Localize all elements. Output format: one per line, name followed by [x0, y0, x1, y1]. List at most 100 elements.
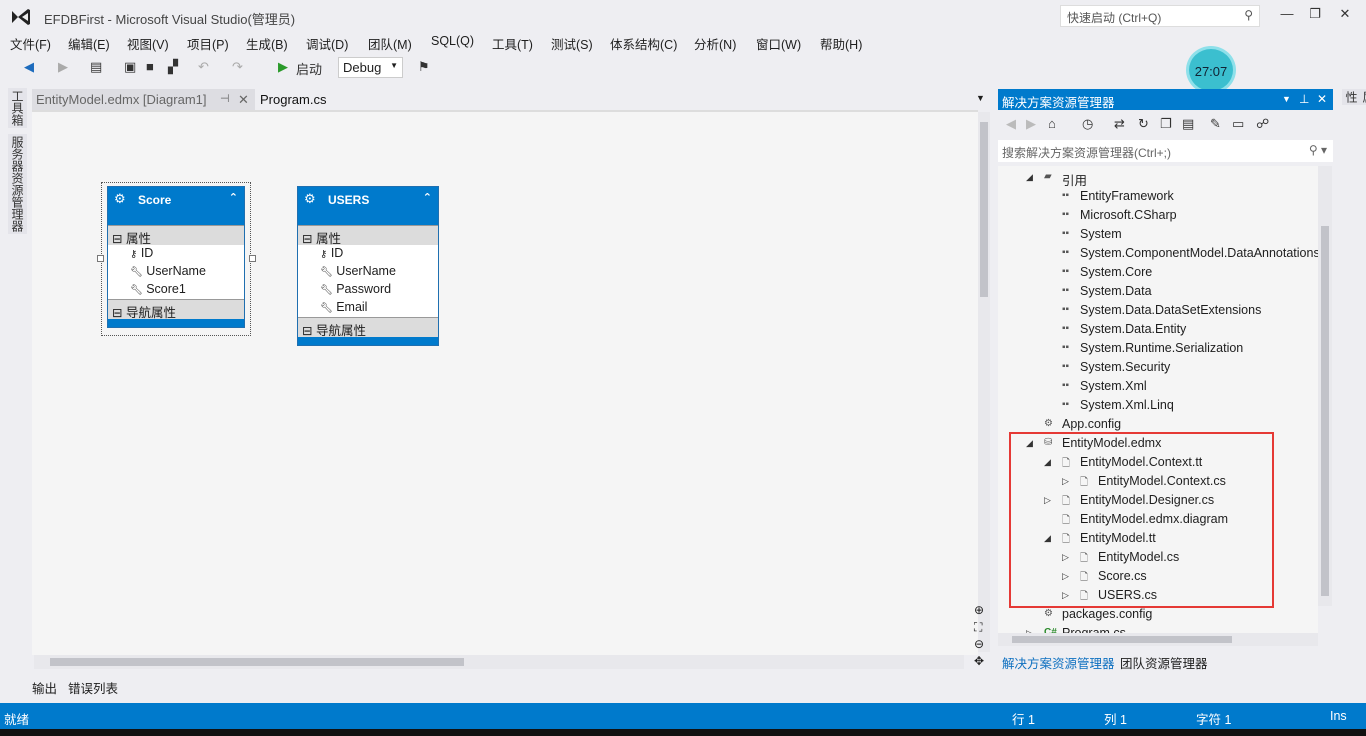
zoom-in-icon[interactable]: ⊕	[974, 602, 990, 619]
entity-property[interactable]: 🔧︎ Score1	[108, 281, 244, 299]
tree-item[interactable]: ▪▪ System.Core	[998, 263, 1318, 282]
refresh-icon[interactable]: ↻	[1138, 116, 1149, 132]
tree-item[interactable]: ▪▪ System.Data.DataSetExtensions	[998, 301, 1318, 320]
entity-property[interactable]: ⚷ ID	[108, 245, 244, 263]
tab-solution-explorer[interactable]: 解决方案资源管理器	[1002, 653, 1115, 672]
quick-launch-input[interactable]: 快速启动 (Ctrl+Q) ⚲	[1060, 5, 1260, 27]
resize-handle[interactable]	[249, 255, 256, 262]
properties-tab[interactable]: 属性	[1342, 89, 1366, 105]
save-icon[interactable]: ■	[146, 59, 154, 74]
dropdown-icon[interactable]: ▼	[1282, 94, 1291, 104]
zoom-controls[interactable]: ⊕ ⛶ ⊖ ✥	[974, 602, 990, 670]
editor-vertical-scrollbar[interactable]	[978, 112, 990, 652]
collapse-icon[interactable]: ⊟	[112, 232, 122, 246]
entity-header[interactable]: ⚙ Score ⌃	[108, 187, 244, 225]
menu-item[interactable]: 视图(V)	[127, 34, 169, 53]
back-icon[interactable]: ◀	[24, 59, 34, 75]
collapse-icon[interactable]: ⊟	[302, 324, 312, 338]
tree-item[interactable]: ▪▪ System.Xml.Linq	[998, 396, 1318, 415]
tab-output[interactable]: 输出	[32, 678, 57, 697]
tab-team-explorer[interactable]: 团队资源管理器	[1120, 653, 1208, 672]
tree-item[interactable]: ▪▪ System.Runtime.Serialization	[998, 339, 1318, 358]
entity-property[interactable]: 🔧︎ Email	[298, 299, 438, 317]
expanded-arrow-icon[interactable]: ◢	[1026, 172, 1033, 183]
entity-property[interactable]: 🔧︎ Password	[298, 281, 438, 299]
close-tab-icon[interactable]: ✕	[238, 92, 249, 108]
menu-item[interactable]: 项目(P)	[187, 34, 229, 53]
menu-item[interactable]: 编辑(E)	[68, 34, 110, 53]
forward-icon[interactable]: ▶	[1026, 116, 1036, 132]
entity-header[interactable]: ⚙ USERS ⌃	[298, 187, 438, 225]
tab-error-list[interactable]: 错误列表	[68, 678, 118, 697]
collapse-all-icon[interactable]: ❐	[1160, 116, 1172, 132]
maximize-button[interactable]: ❐	[1304, 6, 1326, 22]
menu-item[interactable]: 分析(N)	[694, 34, 736, 53]
class-diagram-icon[interactable]: ☍	[1256, 116, 1269, 132]
start-button[interactable]: 启动	[296, 59, 322, 78]
server-explorer-tab[interactable]: 服务器资源管理器	[8, 134, 27, 234]
open-file-icon[interactable]: ▣	[124, 59, 136, 75]
menu-item[interactable]: 生成(B)	[246, 34, 288, 53]
close-button[interactable]: ✕	[1334, 6, 1356, 22]
navigation-properties-section[interactable]: ⊟ 导航属性	[298, 317, 438, 338]
redo-icon[interactable]: ↷	[232, 59, 243, 75]
entity-property[interactable]: 🔧︎ UserName	[298, 263, 438, 281]
pin-icon[interactable]: ⊥	[1299, 92, 1309, 106]
show-all-files-icon[interactable]: ▤	[1182, 116, 1194, 132]
tree-item[interactable]: ▪▪ System.Security	[998, 358, 1318, 377]
entity-score[interactable]: ⚙ Score ⌃ ⊟ 属性 ⚷ ID 🔧︎ UserName 🔧︎ Score1 ⊟ 导航属…	[107, 186, 245, 328]
menu-item[interactable]: 团队(M)	[368, 34, 412, 53]
entity-property[interactable]: ⚷ ID	[298, 245, 438, 263]
tree-item[interactable]: ▪▪ System.Xml	[998, 377, 1318, 396]
back-icon[interactable]: ◀	[1006, 116, 1016, 132]
zoom-fit-icon[interactable]: ⛶	[974, 619, 990, 636]
resize-handle[interactable]	[97, 255, 104, 262]
minimize-button[interactable]: —	[1276, 6, 1298, 21]
collapse-icon[interactable]: ⌃	[229, 191, 238, 204]
tab-program-cs[interactable]: Program.cs	[256, 89, 330, 110]
tree-vertical-scrollbar[interactable]	[1318, 166, 1332, 606]
navigation-properties-section[interactable]: ⊟ 导航属性	[108, 299, 244, 320]
properties-icon[interactable]: ✎	[1210, 116, 1221, 132]
save-all-icon[interactable]: ▞	[168, 59, 178, 75]
tab-overflow-icon[interactable]: ▼	[976, 93, 985, 103]
preview-icon[interactable]: ▭	[1232, 116, 1244, 132]
solution-search-input[interactable]: 搜索解决方案资源管理器(Ctrl+;) ⚲ ▾	[998, 140, 1333, 162]
toolbox-tab[interactable]: 工具箱	[8, 88, 27, 128]
sync-icon[interactable]: ⇄	[1114, 116, 1125, 132]
menu-item[interactable]: SQL(Q)	[431, 34, 474, 48]
edmx-designer-canvas[interactable]: ⚙ Score ⌃ ⊟ 属性 ⚷ ID 🔧︎ UserName 🔧︎ Score1 ⊟ 导航属…	[32, 110, 978, 655]
collapse-icon[interactable]: ⊟	[112, 306, 122, 320]
collapse-icon[interactable]: ⊟	[302, 232, 312, 246]
undo-icon[interactable]: ↶	[198, 59, 209, 75]
home-icon[interactable]: ⌂	[1048, 116, 1056, 131]
menu-item[interactable]: 帮助(H)	[820, 34, 862, 53]
tree-item[interactable]: ▪▪ System.Data.Entity	[998, 320, 1318, 339]
menu-item[interactable]: 测试(S)	[551, 34, 593, 53]
solution-config-dropdown[interactable]: Debug ▼	[338, 57, 403, 78]
menu-item[interactable]: 体系结构(C)	[610, 34, 677, 53]
tree-item[interactable]: ▪▪ System.ComponentModel.DataAnnotations	[998, 244, 1318, 263]
pan-icon[interactable]: ✥	[974, 653, 990, 670]
start-icon[interactable]: ▶	[278, 59, 288, 75]
find-icon[interactable]: ⚑	[418, 59, 430, 75]
tree-item[interactable]: ▪▪ System.Data	[998, 282, 1318, 301]
forward-icon[interactable]: ▶	[58, 59, 68, 75]
menu-item[interactable]: 调试(D)	[306, 34, 348, 53]
tree-item[interactable]: ▪▪ EntityFramework	[998, 187, 1318, 206]
tree-horizontal-scrollbar[interactable]	[998, 633, 1318, 646]
entity-property[interactable]: 🔧︎ UserName	[108, 263, 244, 281]
new-project-icon[interactable]: ▤	[90, 59, 102, 75]
pin-icon[interactable]: ⊣	[220, 92, 230, 105]
editor-horizontal-scrollbar[interactable]	[34, 655, 964, 669]
properties-section[interactable]: ⊟ 属性	[298, 225, 438, 246]
properties-section[interactable]: ⊟ 属性	[108, 225, 244, 246]
menu-item[interactable]: 窗口(W)	[756, 34, 801, 53]
close-icon[interactable]: ✕	[1317, 92, 1327, 106]
collapse-icon[interactable]: ⌃	[423, 191, 432, 204]
tree-item[interactable]: ▪▪ Microsoft.CSharp	[998, 206, 1318, 225]
entity-users[interactable]: ⚙ USERS ⌃ ⊟ 属性 ⚷ ID 🔧︎ UserName 🔧︎ Password 🔧︎ …	[297, 186, 439, 346]
menu-item[interactable]: 工具(T)	[492, 34, 533, 53]
tree-item[interactable]: ◢ ▰ 引用	[998, 168, 1318, 188]
menu-item[interactable]: 文件(F)	[10, 34, 51, 53]
